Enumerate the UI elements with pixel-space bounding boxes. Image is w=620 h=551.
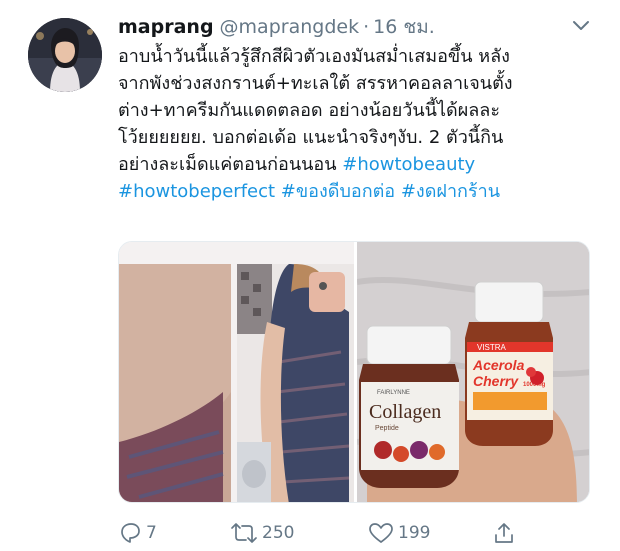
reply-button[interactable]: 7 [118,520,157,546]
display-name[interactable]: maprang [118,16,214,38]
retweet-button[interactable]: 250 [230,520,294,546]
avatar-image [28,18,102,92]
avatar[interactable] [28,18,102,92]
skin-comparison-image [119,242,354,502]
acerola-label: Acerola [472,357,525,373]
user-handle[interactable]: @maprangdek [220,16,360,38]
tweet-text-line: #howtobeperfect #ของดีบอกต่อ #งดฝากร้าน [118,178,598,205]
timestamp[interactable]: 16 ชม. [373,12,435,42]
tweet-actions: 7 250 199 [118,520,598,550]
supplement-bottles-image: VISTRA Acerola Cherry 1000mg FAIRLYNNE C… [357,242,589,502]
separator: · [363,16,370,38]
vistra-brand-label: VISTRA [477,343,507,352]
hashtag-link[interactable]: #ของดีบอกต่อ [281,181,395,202]
chevron-down-icon[interactable] [572,18,590,32]
cherry-label: Cherry [473,373,519,389]
like-button[interactable]: 199 [368,520,430,546]
tweet-text-line: อย่างละเม็ดแค่ตอนก่อนนอน #howtobeauty [118,151,598,178]
reply-count: 7 [146,523,157,543]
fairlynne-brand-label: FAIRLYNNE [377,390,410,396]
share-icon [495,523,513,543]
heart-icon [369,523,393,543]
media-grid: VISTRA Acerola Cherry 1000mg FAIRLYNNE C… [118,241,590,503]
peptide-label: Peptide [375,425,399,432]
tweet-text: อาบน้ำวันนี้แล้วรู้สึกสีผิวตัวเองมันสม่ำ… [118,43,598,205]
tweet-header: maprang @maprangdek · 16 ชม. [118,12,435,38]
media-photo-right[interactable]: VISTRA Acerola Cherry 1000mg FAIRLYNNE C… [357,242,589,502]
share-button[interactable] [492,520,516,546]
tweet-text-fragment: อย่างละเม็ดแค่ตอนก่อนนอน [118,154,343,175]
hashtag-link[interactable]: #howtobeauty [342,154,475,175]
retweet-count: 250 [262,523,295,543]
tweet-text-line: อาบน้ำวันนี้แล้วรู้สึกสีผิวตัวเองมันสม่ำ… [118,46,510,67]
tweet[interactable]: maprang @maprangdek · 16 ชม. อาบน้ำวันนี… [0,0,620,551]
tweet-text-line: ต่าง+ทาครีมกันแดดตลอด อย่างน้อยวันนี้ได้… [118,100,500,121]
hashtag-link[interactable]: #howtobeperfect [118,181,275,202]
collagen-label: Collagen [369,401,441,423]
hashtag-link[interactable]: #งดฝากร้าน [401,181,500,202]
retweet-icon [231,523,257,543]
tweet-text-line: โว้ยยยยยย. บอกต่อเด้อ แนะนำจริงๆงับ. 2 ต… [118,127,504,148]
media-photo-left[interactable] [119,242,354,502]
tweet-text-line: จากพังช่วงสงกรานต์+ทะเลใต้ สรรหาคอลลาเจน… [118,73,513,94]
reply-icon [121,523,140,543]
like-count: 199 [398,523,431,543]
